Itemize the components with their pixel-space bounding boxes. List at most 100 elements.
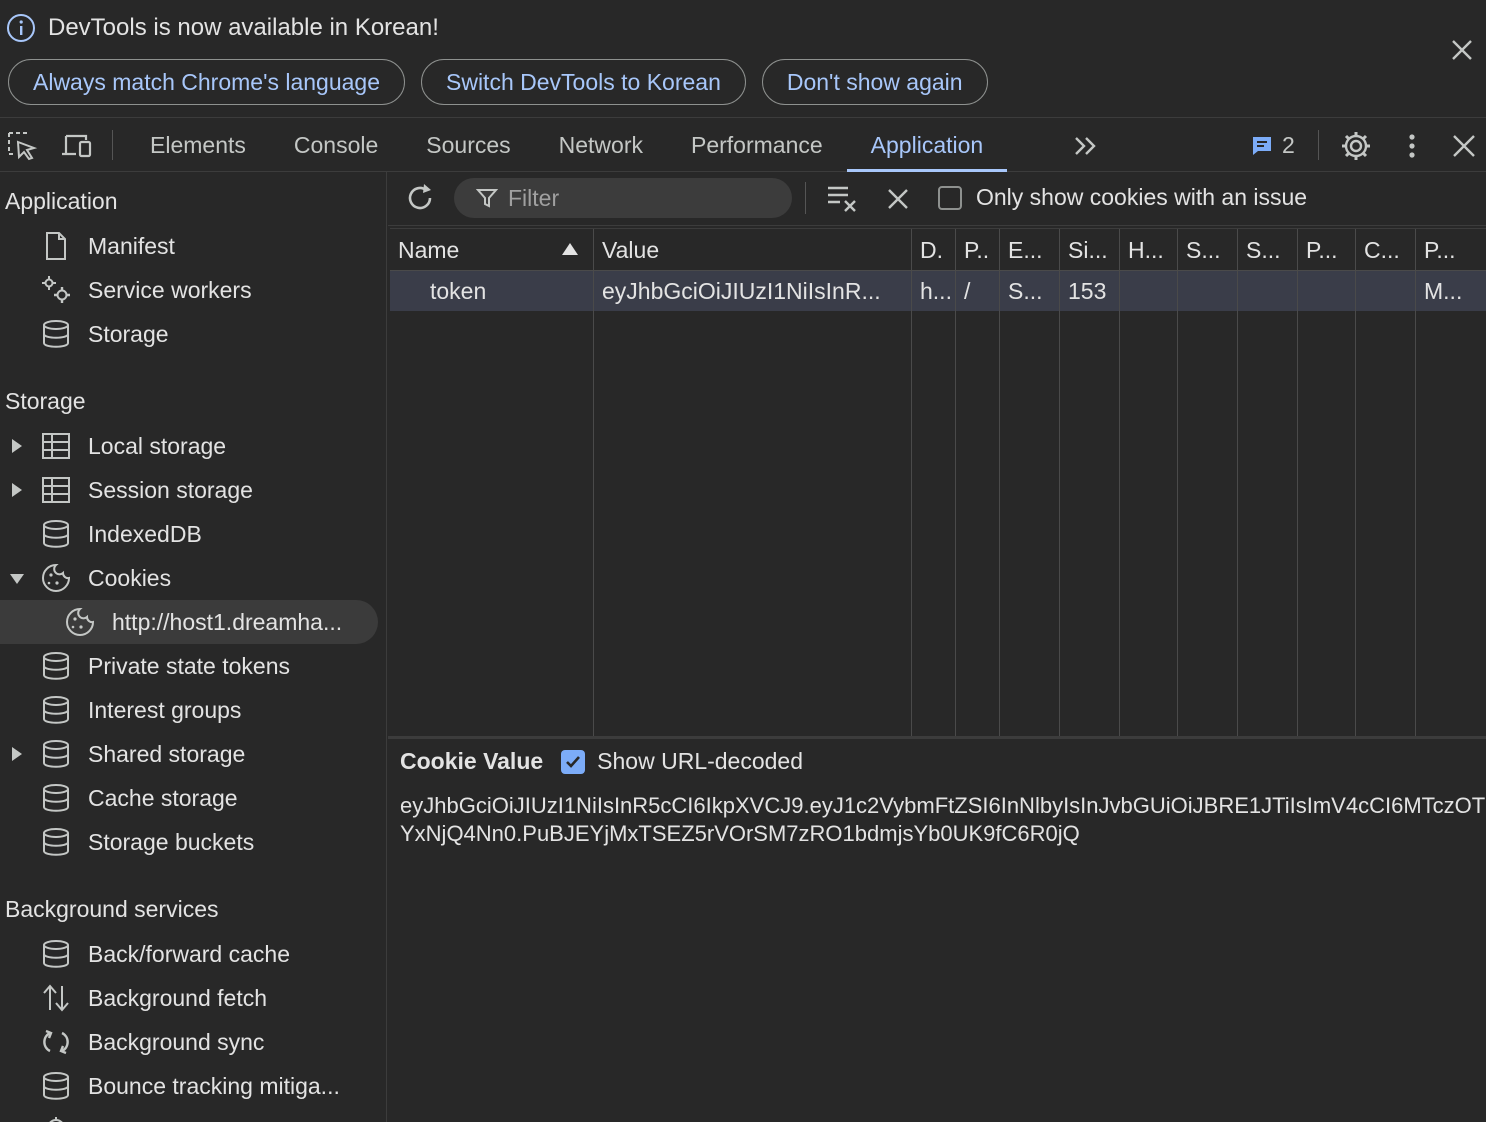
column-header-partition-key[interactable]: P... (1306, 237, 1338, 264)
sidebar-item-indexeddb[interactable]: IndexedDB (0, 512, 378, 556)
table-icon (42, 477, 70, 503)
always-match-language-button[interactable]: Always match Chrome's language (8, 59, 405, 105)
cell-expires: S... (1008, 278, 1043, 304)
tab-sources[interactable]: Sources (402, 118, 534, 172)
tab-elements[interactable]: Elements (126, 118, 270, 172)
tab-performance[interactable]: Performance (667, 118, 847, 172)
column-header-httponly[interactable]: H... (1128, 237, 1164, 264)
sidebar-item-storage[interactable]: Storage (0, 312, 378, 356)
sidebar-item-manifest[interactable]: Manifest (0, 224, 378, 268)
sort-ascending-icon (562, 243, 578, 255)
sidebar-item-partial-next[interactable] (0, 1108, 378, 1122)
column-header-samesite[interactable]: S... (1246, 237, 1281, 264)
sidebar-item-cache-storage[interactable]: Cache storage (0, 776, 378, 820)
sidebar-item-cookie-origin[interactable]: http://host1.dreamha... (0, 600, 378, 644)
only-issue-checkbox[interactable] (938, 185, 962, 210)
expand-arrow-icon[interactable] (10, 438, 24, 454)
sidebar-item-background-fetch[interactable]: Background fetch (0, 976, 378, 1020)
sidebar-item-shared-storage[interactable]: Shared storage (0, 732, 378, 776)
filter-placeholder: Filter (508, 184, 560, 211)
tab-console[interactable]: Console (270, 118, 402, 172)
column-divider[interactable] (1237, 229, 1238, 739)
gears-icon (42, 276, 70, 303)
expand-arrow-icon[interactable] (10, 746, 24, 762)
column-divider[interactable] (1415, 229, 1416, 739)
sidebar-item-interest-groups[interactable]: Interest groups (0, 688, 378, 732)
column-header-path[interactable]: P.. (964, 237, 989, 264)
info-icon (7, 14, 35, 42)
sidebar-item-background-sync[interactable]: Background sync (0, 1020, 378, 1064)
database-icon (43, 652, 69, 680)
column-header-value[interactable]: Value (602, 237, 659, 264)
clear-all-cookies-icon[interactable] (826, 182, 858, 214)
more-options-icon[interactable] (1396, 130, 1428, 162)
column-divider[interactable] (955, 229, 956, 739)
column-header-expires[interactable]: E... (1008, 237, 1043, 264)
database-icon (43, 740, 69, 768)
toolbar-divider (805, 182, 806, 214)
toolbar-divider (112, 130, 113, 160)
delete-selected-icon[interactable] (886, 187, 910, 211)
tab-network[interactable]: Network (535, 118, 667, 172)
only-issue-label: Only show cookies with an issue (976, 184, 1308, 210)
issues-counter[interactable]: 2 (1250, 132, 1295, 159)
column-header-size[interactable]: Si... (1068, 237, 1108, 264)
close-infobar-icon[interactable] (1450, 38, 1474, 62)
cookies-table: Name Value D. P.. E... Si... H... S... S… (390, 228, 1486, 739)
sidebar-item-label: Private state tokens (88, 653, 290, 679)
cell-name: token (430, 278, 487, 304)
sidebar-item-bounce-tracking[interactable]: Bounce tracking mitiga... (0, 1064, 378, 1108)
database-icon (43, 940, 69, 968)
sidebar-item-private-state-tokens[interactable]: Private state tokens (0, 644, 378, 688)
column-divider[interactable] (1355, 229, 1356, 739)
sidebar-item-session-storage[interactable]: Session storage (0, 468, 378, 512)
infobar-message-row: DevTools is now available in Korean! (6, 12, 439, 44)
column-divider[interactable] (1119, 229, 1120, 739)
database-icon (43, 520, 69, 548)
sidebar-item-back-forward-cache[interactable]: Back/forward cache (0, 932, 378, 976)
column-divider[interactable] (1059, 229, 1060, 739)
settings-gear-icon[interactable] (1340, 130, 1372, 162)
column-header-domain[interactable]: D. (920, 237, 943, 264)
column-divider[interactable] (911, 229, 912, 739)
sidebar-item-storage-buckets[interactable]: Storage buckets (0, 820, 378, 864)
expand-arrow-icon[interactable] (10, 482, 24, 498)
column-divider[interactable] (1297, 229, 1298, 739)
column-header-secure[interactable]: S... (1186, 237, 1221, 264)
only-issue-filter[interactable]: Only show cookies with an issue (938, 184, 1307, 211)
sidebar-item-label: Storage buckets (88, 829, 255, 855)
column-divider[interactable] (999, 229, 1000, 739)
column-divider[interactable] (1177, 229, 1178, 739)
collapse-arrow-icon[interactable] (10, 570, 24, 586)
sidebar-item-service-workers[interactable]: Service workers (0, 268, 378, 312)
column-header-cross-site[interactable]: C... (1364, 237, 1400, 264)
refresh-icon[interactable] (404, 182, 436, 214)
filter-input[interactable]: Filter (454, 178, 792, 218)
column-header-name[interactable]: Name (398, 237, 459, 264)
sidebar-item-label: Service workers (88, 277, 252, 303)
inspect-element-icon[interactable] (6, 130, 38, 162)
sidebar-item-local-storage[interactable]: Local storage (0, 424, 378, 468)
sidebar-item-label: Manifest (88, 233, 175, 259)
tab-application[interactable]: Application (846, 118, 1008, 172)
more-tabs-chevron-icon[interactable] (1070, 130, 1102, 162)
close-devtools-icon[interactable] (1448, 130, 1480, 162)
switch-to-korean-button[interactable]: Switch DevTools to Korean (421, 59, 746, 105)
show-url-decoded-toggle[interactable]: Show URL-decoded (561, 748, 803, 775)
database-icon (43, 1072, 69, 1100)
cell-path: / (964, 278, 971, 304)
cookie-value-title: Cookie Value (400, 748, 544, 774)
device-toolbar-icon[interactable] (60, 130, 92, 162)
column-header-priority[interactable]: P... (1424, 237, 1456, 264)
up-down-arrows-icon (43, 984, 69, 1012)
column-divider[interactable] (593, 229, 594, 739)
table-row[interactable]: token eyJhbGciOiJIUzI1NiIsInR... h... / … (390, 271, 1486, 311)
sidebar-item-cookies[interactable]: Cookies (0, 556, 378, 600)
infobar-message: DevTools is now available in Korean! (48, 14, 439, 41)
section-title-application: Application (5, 188, 118, 214)
checkmark-icon (566, 755, 581, 768)
dont-show-again-button[interactable]: Don't show again (761, 59, 988, 105)
show-url-decoded-checkbox[interactable] (561, 749, 586, 774)
sidebar-item-label: Background sync (88, 1029, 265, 1055)
panel-splitter[interactable] (388, 736, 1486, 739)
